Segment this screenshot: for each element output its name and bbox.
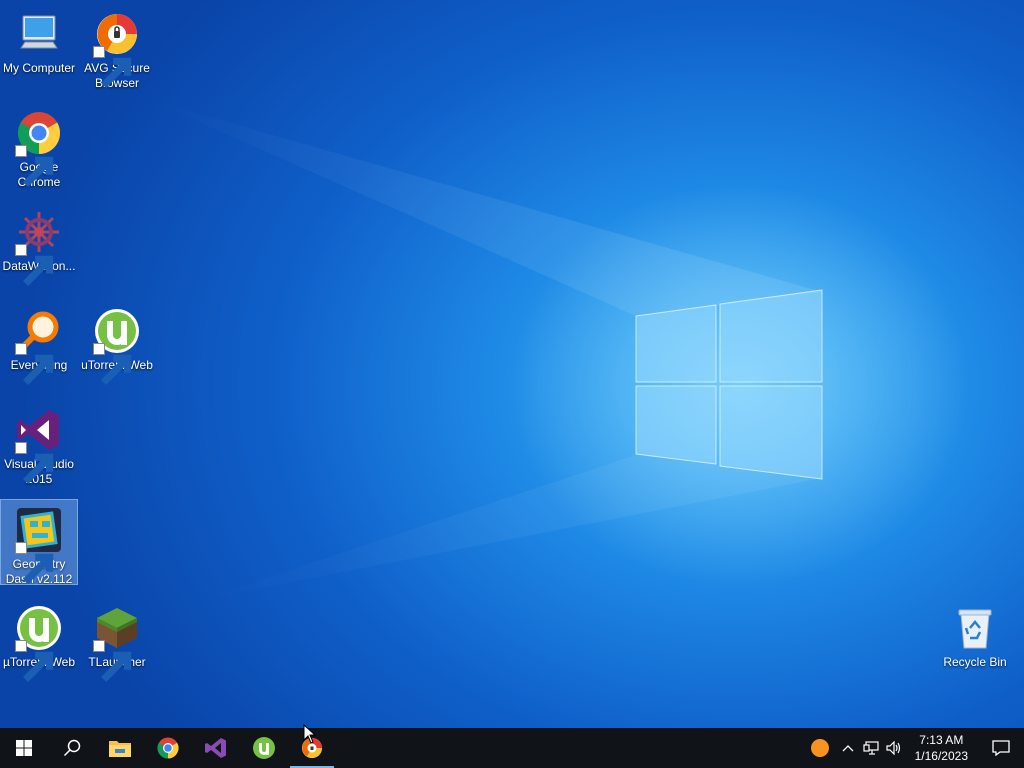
mouse-cursor-icon — [303, 724, 317, 744]
action-center-icon — [992, 740, 1010, 756]
desktop-icon-avg-secure-browser[interactable]: AVG Secure Browser — [79, 4, 155, 91]
shortcut-arrow-icon — [15, 343, 54, 385]
shortcut-arrow-icon — [15, 442, 54, 484]
show-hidden-icons-button[interactable] — [837, 728, 859, 768]
taskbar: 7:13 AM 1/16/2023 — [0, 728, 1024, 768]
google-chrome-icon — [157, 737, 179, 759]
utorrent-icon — [253, 737, 275, 759]
visual-studio-icon — [205, 738, 226, 758]
search-icon — [63, 739, 81, 757]
start-button[interactable] — [0, 728, 48, 768]
desktop-icon-tlauncher[interactable]: TLauncher — [79, 598, 155, 682]
desktop-icon-label: Recycle Bin — [943, 655, 1007, 669]
clock-date: 1/16/2023 — [914, 749, 968, 763]
shortcut-arrow-icon — [93, 343, 132, 385]
network-button[interactable] — [859, 728, 883, 768]
search-button[interactable] — [48, 728, 96, 768]
tray-orange-status[interactable] — [803, 728, 837, 768]
orange-status-icon — [810, 739, 829, 757]
shortcut-arrow-icon — [15, 542, 54, 584]
chevron-up-icon — [842, 745, 854, 752]
recycle-bin-icon — [958, 609, 992, 649]
clock[interactable]: 7:13 AM 1/16/2023 — [905, 728, 978, 768]
desktop-icon-label: My Computer — [2, 61, 76, 75]
action-center-button[interactable] — [978, 728, 1024, 768]
desktop-icon-geometry-dash[interactable]: Geometry Dash v2.112 — [0, 499, 78, 586]
windows-start-icon — [16, 740, 32, 756]
taskbar-file-explorer[interactable] — [96, 728, 144, 768]
desktop-icon-datawagon[interactable]: DataWagon... — [1, 202, 77, 286]
volume-button[interactable] — [883, 728, 905, 768]
desktop-icon-utorrent-web[interactable]: uTorrent Web — [79, 301, 155, 385]
desktop-icon-visual-studio[interactable]: Visual Studio 2015 — [1, 400, 77, 487]
shortcut-arrow-icon — [15, 145, 54, 187]
system-tray: 7:13 AM 1/16/2023 — [803, 728, 1024, 768]
desktop-icon-my-computer[interactable]: My Computer — [1, 4, 77, 76]
volume-icon — [886, 741, 900, 755]
desktop-icon-everything[interactable]: Everything — [1, 301, 77, 385]
taskbar-utorrent[interactable] — [240, 728, 288, 768]
network-icon — [863, 741, 879, 755]
my-computer-icon — [20, 15, 58, 49]
shortcut-arrow-icon — [15, 640, 54, 682]
desktop-icon-google-chrome[interactable]: Google Chrome — [1, 103, 77, 190]
desktop-icon-utorrent-web-2[interactable]: µTorrent Web — [1, 598, 77, 682]
desktop-icon-recycle-bin[interactable]: Recycle Bin — [937, 598, 1013, 670]
shortcut-arrow-icon — [15, 244, 54, 286]
taskbar-google-chrome[interactable] — [144, 728, 192, 768]
shortcut-arrow-icon — [93, 46, 132, 88]
file-explorer-icon — [109, 741, 131, 757]
taskbar-visual-studio[interactable] — [192, 728, 240, 768]
windows-logo-wallpaper — [635, 289, 823, 480]
shortcut-arrow-icon — [93, 640, 132, 682]
clock-time: 7:13 AM — [919, 733, 964, 747]
